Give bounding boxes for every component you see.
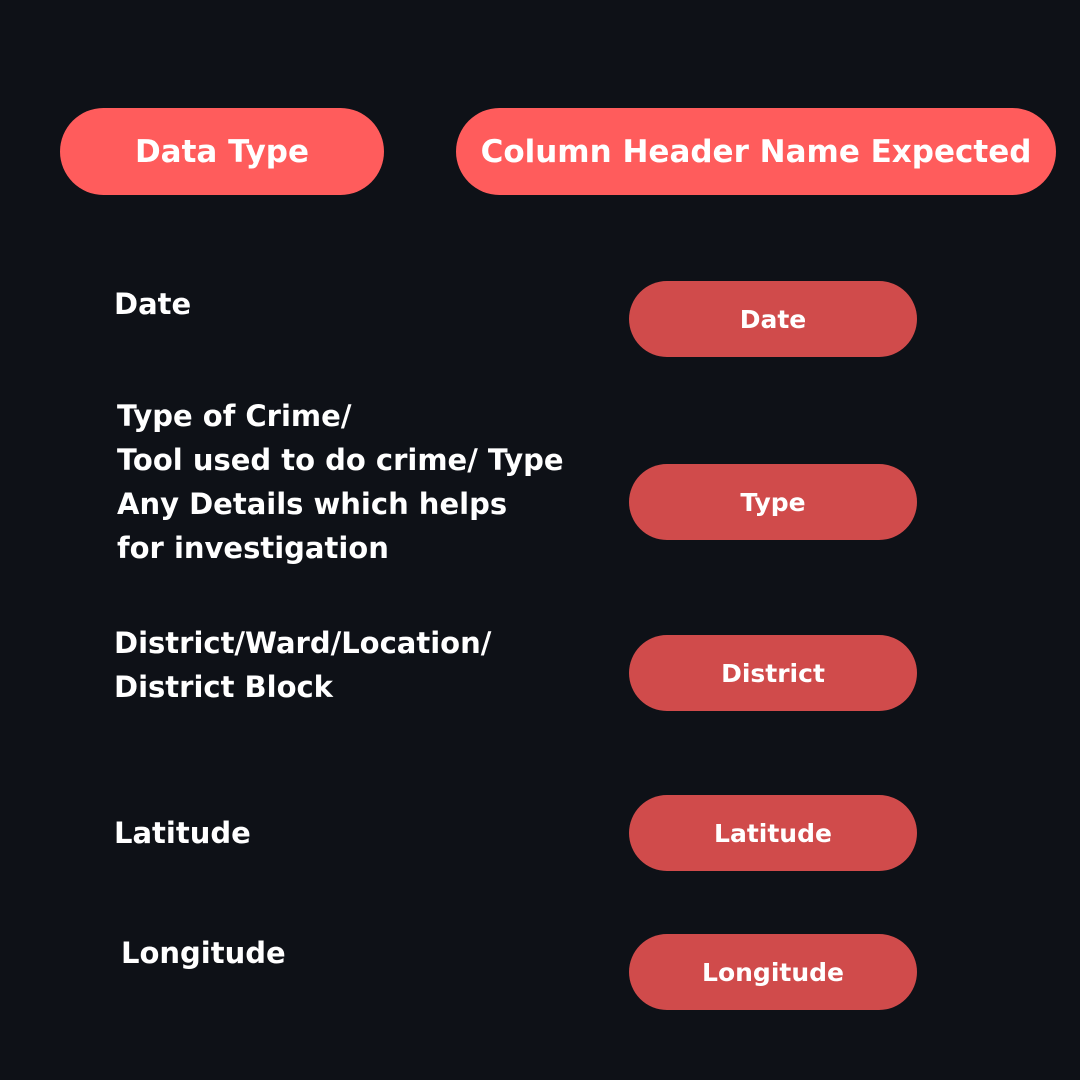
row-latitude-column-pill: Latitude <box>629 795 917 871</box>
label-line: Latitude <box>114 816 251 850</box>
label-line: District Block <box>114 670 333 704</box>
label-line: for investigation <box>117 531 389 565</box>
row-district-label: District/Ward/Location/ District Block <box>114 621 491 709</box>
row-district-column-pill: District <box>629 635 917 711</box>
label-line: Type of Crime/ <box>117 399 352 433</box>
data-type-header: Data Type <box>60 108 384 195</box>
row-date-column-pill: Date <box>629 281 917 357</box>
row-type-column-pill: Type <box>629 464 917 540</box>
column-header-name-header: Column Header Name Expected <box>456 108 1056 195</box>
row-longitude-label: Longitude <box>121 931 286 975</box>
label-line: Date <box>114 287 192 321</box>
label-line: Longitude <box>121 936 286 970</box>
row-type-label: Type of Crime/ Tool used to do crime/ Ty… <box>117 394 564 570</box>
label-line: Any Details which helps <box>117 487 508 521</box>
label-line: District/Ward/Location/ <box>114 626 492 660</box>
label-line: Tool used to do crime/ Type <box>117 443 564 477</box>
row-date-label: Date <box>114 282 191 326</box>
row-longitude-column-pill: Longitude <box>629 934 917 1010</box>
row-latitude-label: Latitude <box>114 811 251 855</box>
